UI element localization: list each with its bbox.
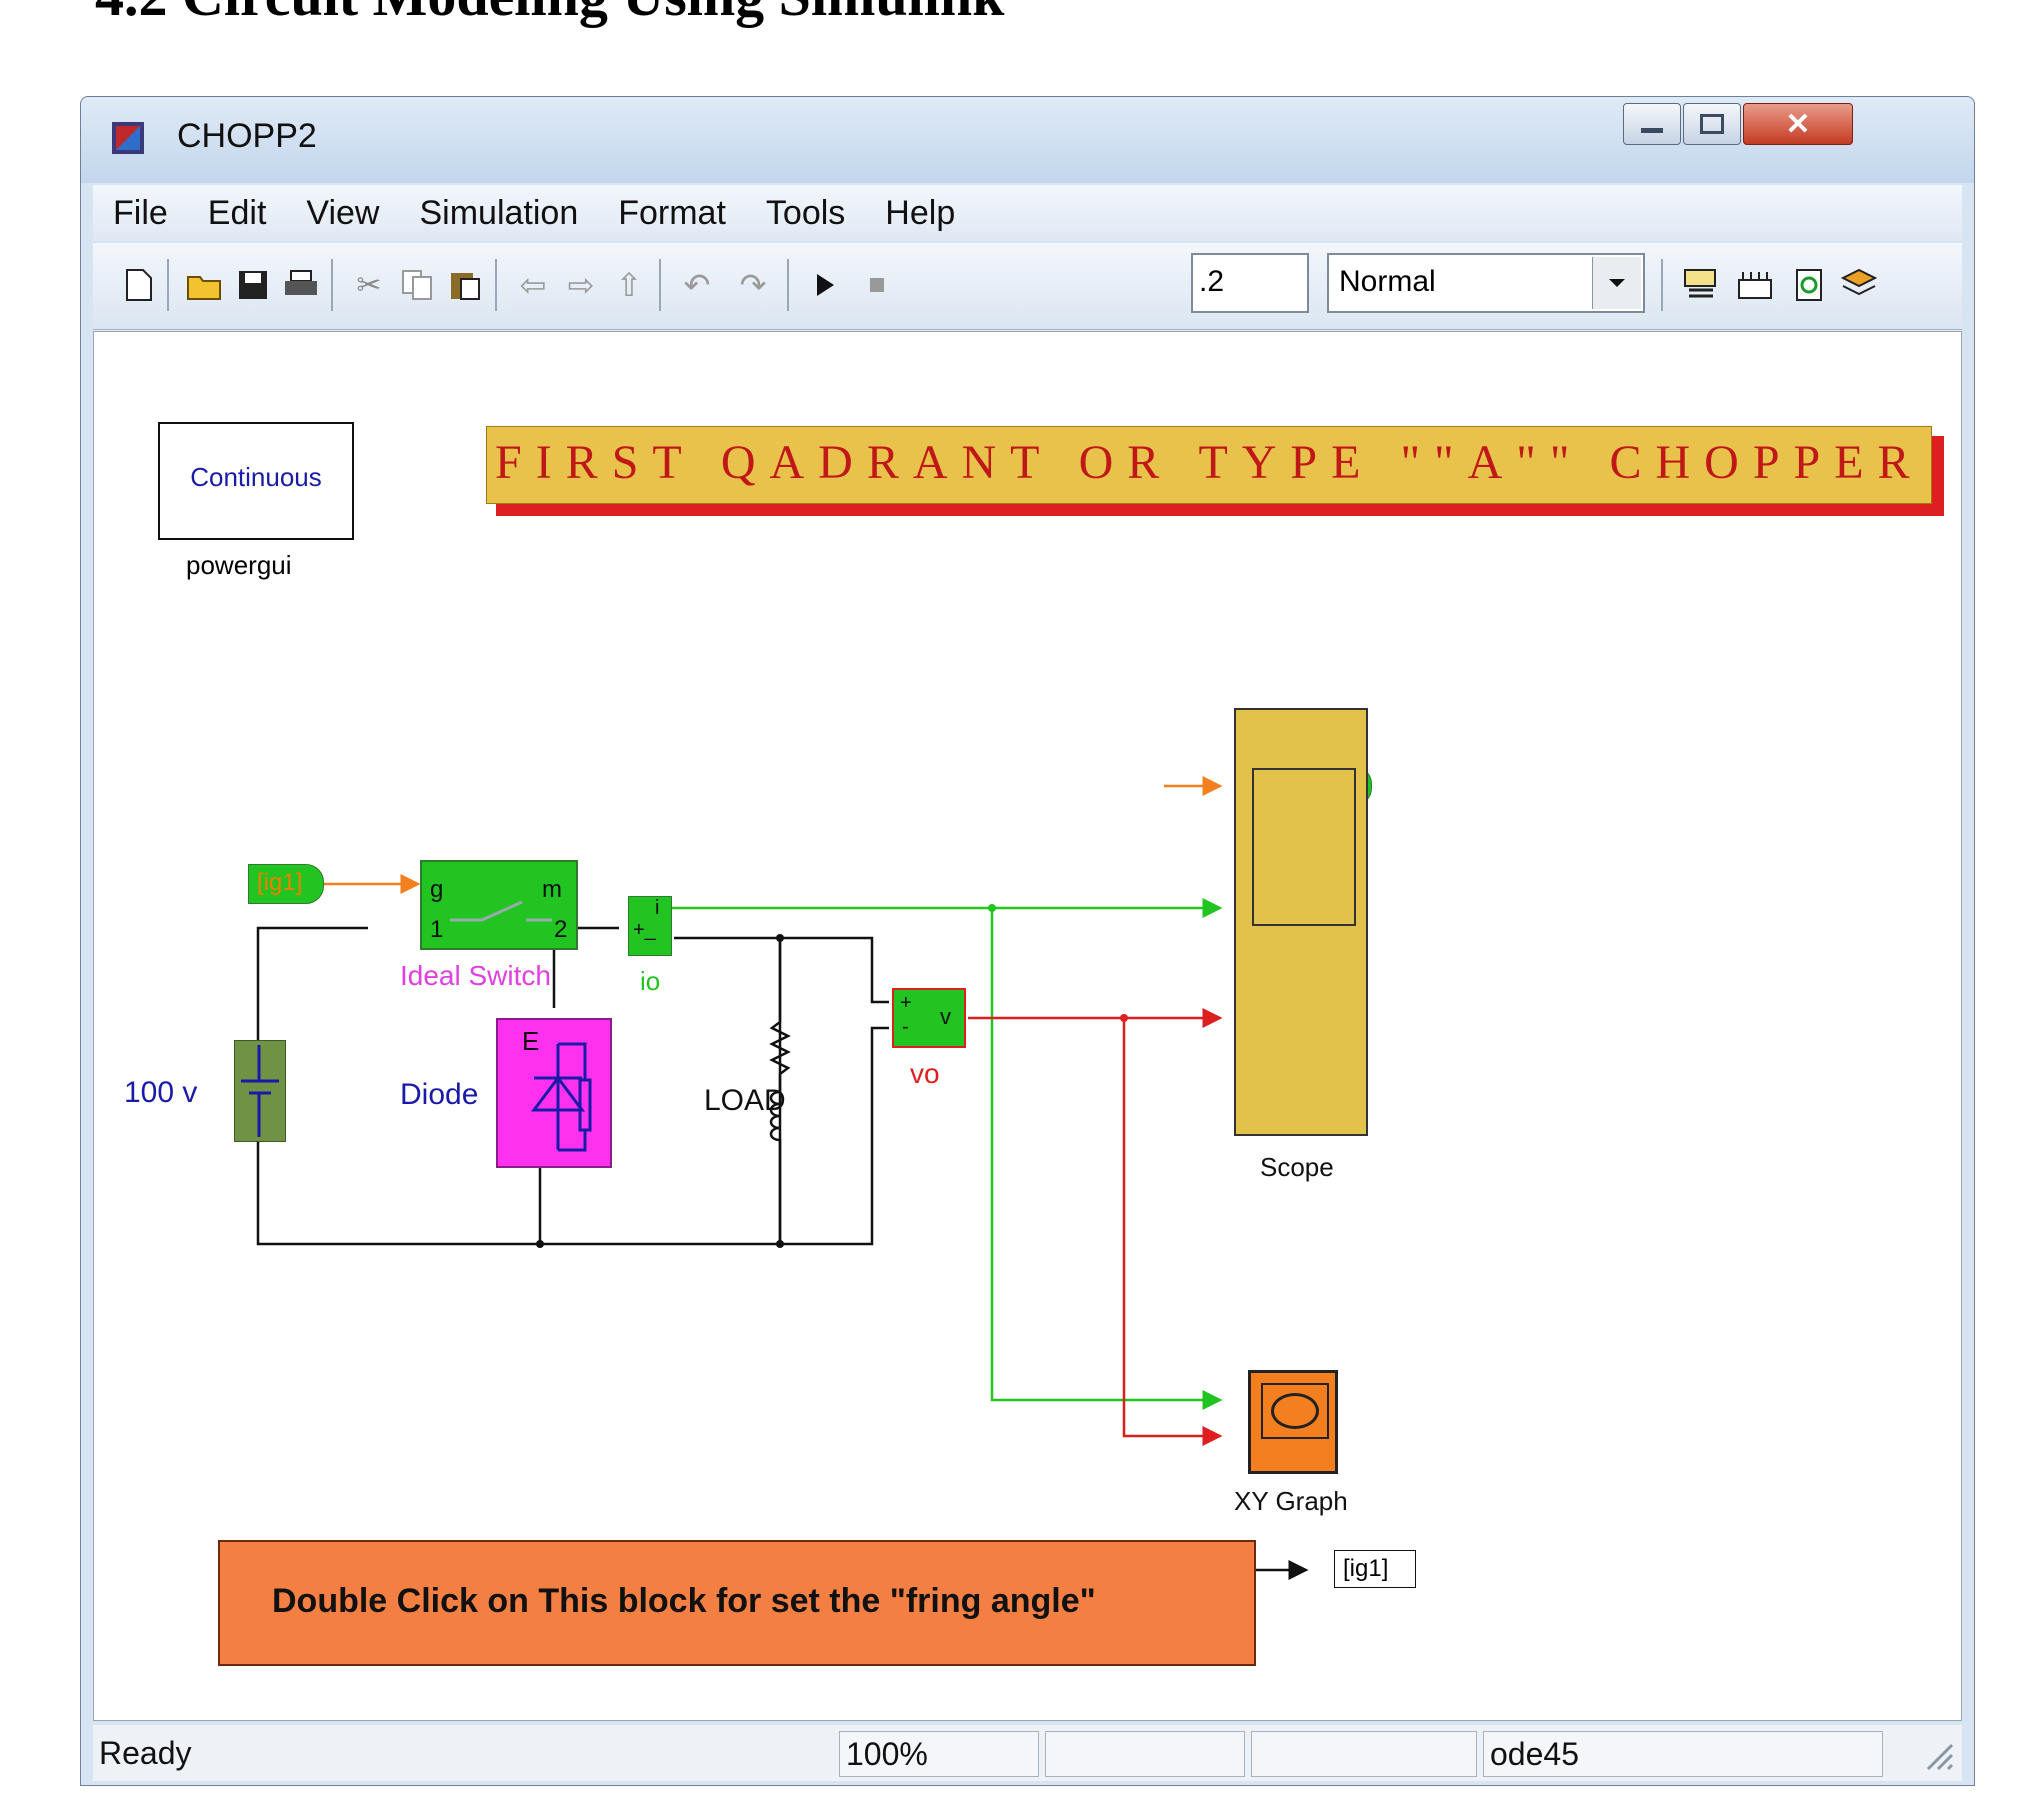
xy-graph-display-icon bbox=[1261, 1383, 1329, 1439]
ideal-switch-block[interactable]: g m 1 2 bbox=[420, 860, 578, 950]
switch-port-g: g bbox=[430, 876, 444, 903]
current-measurement-name: io bbox=[640, 966, 661, 996]
firing-angle-block[interactable]: Double Click on This block for set the "… bbox=[218, 1540, 1256, 1666]
voltage-minus: - bbox=[902, 1016, 909, 1038]
open-icon[interactable] bbox=[185, 265, 225, 305]
close-icon: ✕ bbox=[1785, 107, 1811, 141]
scope-block[interactable] bbox=[1234, 708, 1368, 1136]
redo-icon[interactable]: ↷ bbox=[733, 265, 773, 305]
goto-tag-switch[interactable]: [ig1] bbox=[248, 864, 324, 904]
document-heading: 4.2 Circuit Modeling Using Simulink bbox=[95, 0, 1004, 29]
print-icon[interactable] bbox=[281, 265, 321, 305]
menu-file[interactable]: File bbox=[93, 194, 188, 233]
build-icon[interactable] bbox=[1681, 265, 1721, 305]
dc-source-name: 100 v bbox=[124, 1076, 198, 1109]
load-name: LOAD bbox=[704, 1084, 786, 1117]
dropdown-arrow-icon[interactable] bbox=[1592, 257, 1641, 309]
forward-icon[interactable]: ⇨ bbox=[561, 265, 601, 305]
firing-angle-block-label: Double Click on This block for set the "… bbox=[272, 1582, 1096, 1620]
switch-symbol-icon bbox=[450, 900, 552, 922]
xy-graph-name: XY Graph bbox=[1234, 1486, 1348, 1516]
status-solver: ode45 bbox=[1483, 1731, 1883, 1777]
stop-icon[interactable] bbox=[857, 265, 897, 305]
layers-icon[interactable] bbox=[1839, 265, 1879, 305]
signal-wiring bbox=[256, 776, 1309, 1580]
menu-help[interactable]: Help bbox=[865, 194, 975, 233]
scope-name: Scope bbox=[1260, 1152, 1334, 1182]
undo-icon[interactable]: ↶ bbox=[677, 265, 717, 305]
menu-edit[interactable]: Edit bbox=[188, 194, 287, 233]
status-text: Ready bbox=[99, 1735, 192, 1771]
back-icon[interactable]: ⇦ bbox=[513, 265, 553, 305]
simulink-app-icon bbox=[112, 122, 144, 154]
diode-symbol-icon bbox=[531, 1042, 592, 1152]
model-canvas[interactable]: Continuous powergui FIRST QADRANT OR TYP… bbox=[93, 331, 1962, 1721]
stop-time-input[interactable]: .2 bbox=[1191, 253, 1309, 313]
menu-format[interactable]: Format bbox=[598, 194, 746, 233]
status-zoom: 100% bbox=[839, 1731, 1039, 1777]
status-empty-1 bbox=[1045, 1731, 1245, 1777]
maximize-button[interactable] bbox=[1683, 103, 1741, 145]
diode-name: Diode bbox=[400, 1078, 479, 1111]
current-port-i: i bbox=[655, 897, 660, 919]
current-measurement-block[interactable]: i +_ bbox=[628, 896, 672, 956]
cut-icon[interactable]: ✂ bbox=[349, 265, 389, 305]
voltage-measurement-block[interactable]: + - v bbox=[892, 988, 966, 1048]
up-icon[interactable]: ⇧ bbox=[609, 265, 649, 305]
simulation-mode-select[interactable]: Normal bbox=[1327, 253, 1645, 313]
dc-source-block[interactable] bbox=[234, 1040, 286, 1142]
play-icon[interactable] bbox=[805, 265, 845, 305]
status-bar: Ready 100% ode45 bbox=[93, 1725, 1962, 1781]
simulation-mode-value: Normal bbox=[1339, 265, 1436, 298]
battery-icon bbox=[241, 1045, 279, 1137]
library-icon[interactable] bbox=[1735, 265, 1775, 305]
menu-simulation[interactable]: Simulation bbox=[399, 194, 598, 233]
refresh-icon[interactable] bbox=[1789, 265, 1829, 305]
minimize-button[interactable] bbox=[1623, 103, 1681, 145]
menu-bar: File Edit View Simulation Format Tools H… bbox=[93, 185, 1962, 241]
ideal-switch-name: Ideal Switch bbox=[400, 960, 551, 991]
resize-grip-icon[interactable] bbox=[1922, 1739, 1956, 1773]
toolbar: ✂ ⇦ ⇨ ⇧ ↶ ↷ .2 Normal bbox=[93, 243, 1962, 330]
copy-icon[interactable] bbox=[397, 265, 437, 305]
switch-port-2: 2 bbox=[554, 916, 568, 943]
xy-graph-block[interactable] bbox=[1248, 1370, 1338, 1474]
maximize-icon bbox=[1700, 114, 1724, 134]
minimize-icon bbox=[1641, 127, 1663, 133]
title-bar[interactable]: CHOPP2 ✕ bbox=[81, 97, 1974, 183]
goto-tag-output[interactable]: [ig1] bbox=[1334, 1550, 1416, 1588]
voltage-plus: + bbox=[900, 992, 912, 1014]
status-empty-2 bbox=[1251, 1731, 1477, 1777]
scope-display-icon bbox=[1252, 768, 1356, 926]
voltage-measurement-name: vo bbox=[910, 1058, 940, 1089]
paste-icon[interactable] bbox=[445, 265, 485, 305]
simulink-window: CHOPP2 ✕ File Edit View Simulation Forma… bbox=[80, 96, 1975, 1786]
menu-tools[interactable]: Tools bbox=[746, 194, 865, 233]
save-icon[interactable] bbox=[233, 265, 273, 305]
diode-block[interactable]: E bbox=[496, 1018, 612, 1168]
new-icon[interactable] bbox=[119, 265, 159, 305]
menu-view[interactable]: View bbox=[286, 194, 399, 233]
window-title: CHOPP2 bbox=[177, 117, 317, 155]
close-button[interactable]: ✕ bbox=[1743, 103, 1853, 145]
switch-port-1: 1 bbox=[430, 916, 444, 943]
voltage-port-v: v bbox=[940, 1004, 951, 1029]
current-sign: +_ bbox=[633, 919, 656, 941]
